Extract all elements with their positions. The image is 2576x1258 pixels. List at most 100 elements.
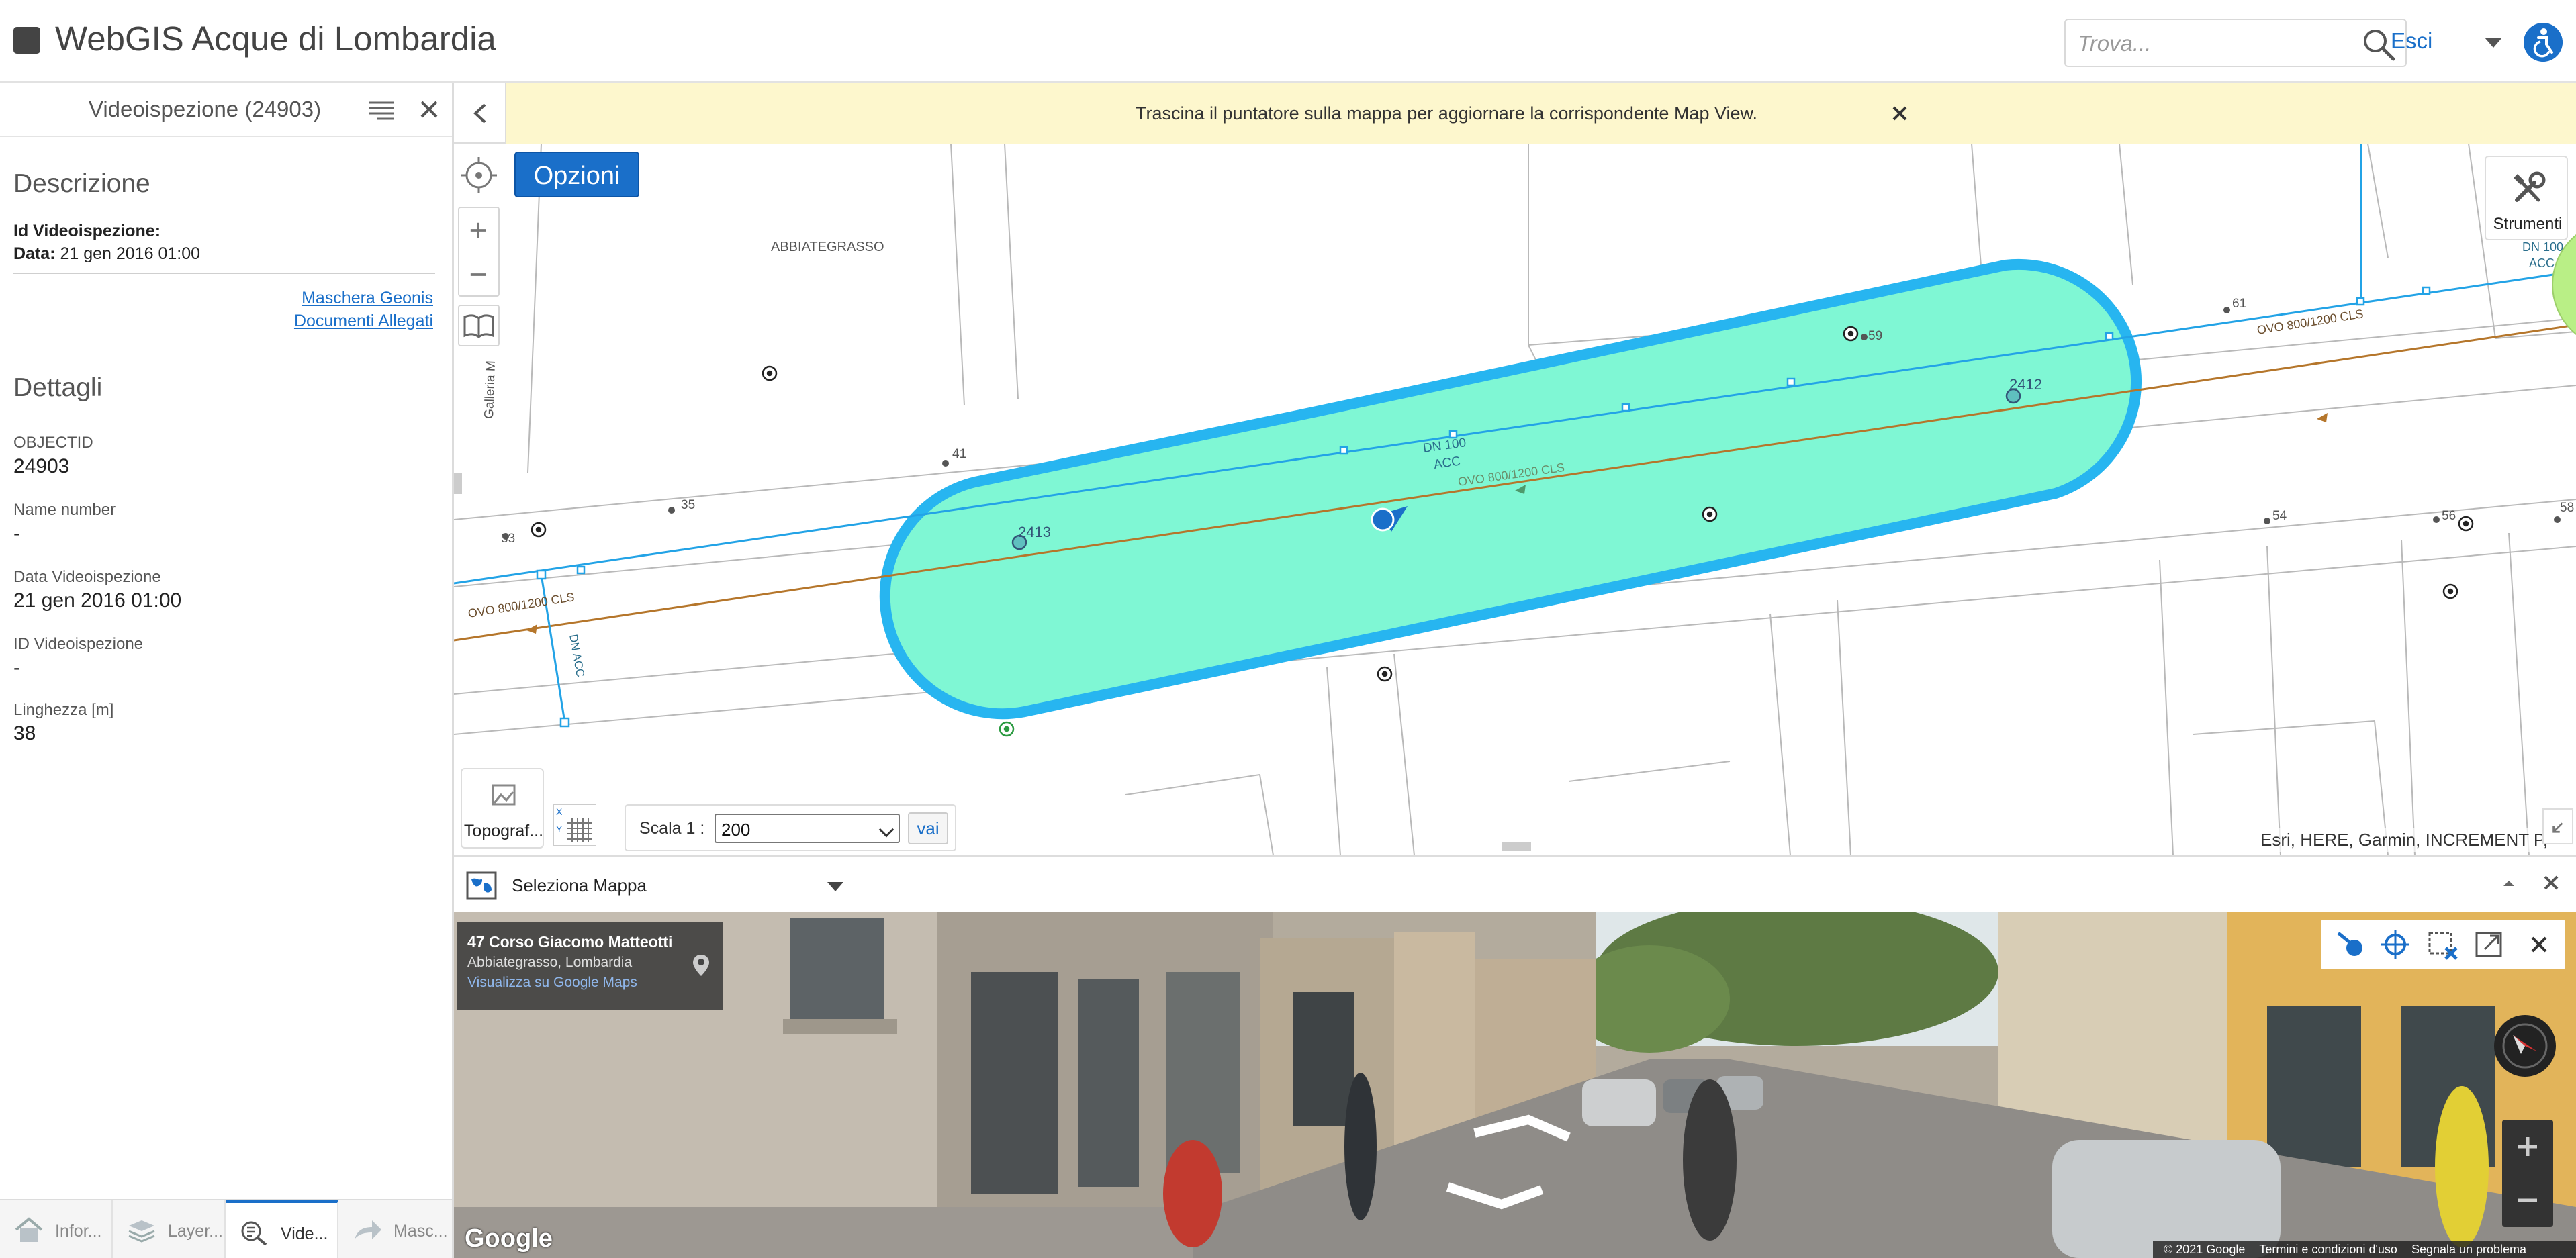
id-videoispezione-label: Id Videoispezione: — [13, 222, 161, 240]
streetview-locality: Abbiategrasso, Lombardia — [467, 955, 633, 970]
tab-label: Infor... — [55, 1222, 102, 1241]
date-line: Data: 21 gen 2016 01:00 — [13, 244, 200, 264]
logout-link[interactable]: Esci — [2391, 28, 2432, 54]
compass-icon[interactable] — [2494, 1015, 2556, 1077]
tools-button[interactable]: Strumenti — [2485, 156, 2568, 240]
chevron-up-icon[interactable] — [2499, 874, 2518, 893]
notice-text: Trascina il puntatore sulla mappa per ag… — [1135, 103, 1758, 124]
copyright-text: © 2021 Google — [2164, 1243, 2246, 1256]
inspection-buffer[interactable] — [879, 258, 2142, 720]
select-map-label[interactable]: Seleziona Mappa — [512, 875, 647, 896]
field-value: 24903 — [13, 455, 70, 477]
scale-value: 200 — [721, 820, 751, 840]
description-heading: Descrizione — [13, 169, 150, 198]
streetview-address: 47 Corso Giacomo Matteotti — [467, 933, 673, 951]
view-on-google-maps-link[interactable]: Visualizza su Google Maps — [467, 975, 637, 991]
search-box[interactable] — [2064, 19, 2407, 67]
share-arrow-icon — [355, 1220, 381, 1239]
basemap-label: Topograf... — [463, 822, 544, 840]
menu-icon[interactable] — [368, 99, 395, 122]
close-icon[interactable] — [416, 97, 442, 122]
terms-link[interactable]: Termini e condizioni d'uso — [2259, 1243, 2397, 1256]
locate-button[interactable] — [458, 154, 500, 196]
close-icon[interactable] — [2541, 873, 2561, 893]
field-value: - — [13, 657, 20, 679]
field-value: 38 — [13, 722, 36, 744]
scale-select[interactable]: 200 — [715, 814, 900, 843]
crosshair-icon[interactable] — [2379, 929, 2412, 960]
documenti-allegati-link[interactable]: Documenti Allegati — [294, 311, 433, 331]
map-area[interactable]: Trascina il puntatore sulla mappa per ag… — [454, 83, 2576, 855]
civic-number: 54 — [2272, 509, 2287, 523]
options-button[interactable]: Opzioni — [514, 152, 639, 197]
map-attribution: Esri, HERE, Garmin, INCREMENT P, — [2258, 828, 2551, 852]
chevron-down-icon — [878, 822, 894, 838]
map-pin-icon[interactable] — [692, 953, 710, 977]
street-label: Galleria M — [482, 360, 498, 419]
basemap-thumbnail-icon — [492, 784, 516, 806]
field-label: Linghezza [m] — [13, 701, 114, 719]
search-input[interactable] — [2078, 27, 2346, 60]
panel-title-bar: Videoispezione (24903) — [0, 83, 452, 137]
map-canvas[interactable]: ABBIATEGRASSO Galleria M 2413 2412 DN 10… — [454, 144, 2576, 855]
zoom-out-icon[interactable] — [2502, 1173, 2553, 1227]
chevron-down-icon[interactable] — [2485, 38, 2502, 48]
locate-marker-icon[interactable] — [2333, 929, 2366, 960]
zoom-in-icon[interactable] — [459, 208, 498, 252]
civic-number: 59 — [1868, 329, 1882, 343]
field-label: ID Videoispezione — [13, 635, 144, 653]
expand-attribution-button[interactable] — [2542, 808, 2573, 844]
chevron-down-icon[interactable] — [827, 882, 843, 891]
node-label: 2412 — [2009, 376, 2042, 393]
field-label: OBJECTID — [13, 434, 93, 452]
pipe-label: DN ACC — [567, 633, 587, 678]
streetview-image[interactable] — [454, 912, 2576, 1258]
streetview-toolbar — [2321, 920, 2565, 969]
pipe-label: OVO 800/1200 CLS — [467, 590, 575, 620]
date-value: 21 gen 2016 01:00 — [60, 244, 201, 263]
app-title: WebGIS Acque di Lombardia — [55, 19, 496, 58]
zoom-in-icon[interactable] — [2502, 1120, 2553, 1173]
tab-label: Vide... — [281, 1224, 328, 1243]
tab-maschera[interactable]: Masc... — [338, 1200, 452, 1258]
open-external-icon[interactable] — [2473, 929, 2506, 960]
zoom-out-icon[interactable] — [459, 252, 498, 297]
drag-handle[interactable] — [454, 473, 462, 494]
notice-bar: Trascina il puntatore sulla mappa per ag… — [506, 83, 2576, 144]
tab-videoispezione[interactable]: Vide... — [226, 1200, 338, 1258]
civic-number: 58 — [2560, 501, 2574, 515]
google-logo: Google — [465, 1224, 553, 1253]
scale-label: Scala 1 : — [639, 819, 705, 838]
drag-handle[interactable] — [1502, 842, 1531, 851]
tab-label: Layer... — [168, 1222, 223, 1241]
pipe-label: OVO 800/1200 CLS — [2256, 307, 2364, 337]
tab-layer[interactable]: Layer... — [113, 1200, 226, 1258]
tab-informazioni[interactable]: Infor... — [0, 1200, 113, 1258]
streetview-panorama[interactable]: 47 Corso Giacomo Matteotti Abbiategrasso… — [454, 912, 2576, 1258]
bottom-tabs: Infor... Layer... Vide... Masc... — [0, 1199, 452, 1258]
bookmarks-button[interactable] — [458, 305, 500, 346]
close-icon[interactable] — [2522, 929, 2556, 960]
details-heading: Dettagli — [13, 373, 103, 402]
app-logo-icon — [13, 27, 40, 54]
svg-text:Y: Y — [556, 824, 563, 834]
streetview-zoom-control — [2502, 1120, 2553, 1227]
clear-marker-icon[interactable] — [2426, 929, 2459, 960]
basemap-button[interactable]: Topograf... — [461, 768, 544, 849]
go-button[interactable]: vai — [908, 812, 948, 844]
collapse-panel-button[interactable] — [454, 83, 506, 144]
pipe-label: ACC — [2529, 256, 2555, 270]
app-header: WebGIS Acque di Lombardia Esci — [0, 0, 2576, 83]
report-problem-link[interactable]: Segnala un problema — [2411, 1243, 2526, 1256]
panel-title: Videoispezione (24903) — [88, 97, 322, 122]
civic-number: 35 — [681, 498, 695, 512]
close-icon[interactable] — [1890, 103, 1910, 124]
civic-number: 56 — [2442, 509, 2456, 523]
world-map-icon[interactable] — [466, 870, 497, 901]
grid-xy-icon[interactable]: X Y — [553, 804, 596, 846]
streetview-info-card: 47 Corso Giacomo Matteotti Abbiategrasso… — [457, 922, 723, 1010]
accessibility-icon[interactable] — [2524, 23, 2563, 62]
maschera-geonis-link[interactable]: Maschera Geonis — [302, 289, 433, 308]
node-label: 2413 — [1018, 524, 1051, 540]
svg-text:X: X — [556, 806, 563, 817]
